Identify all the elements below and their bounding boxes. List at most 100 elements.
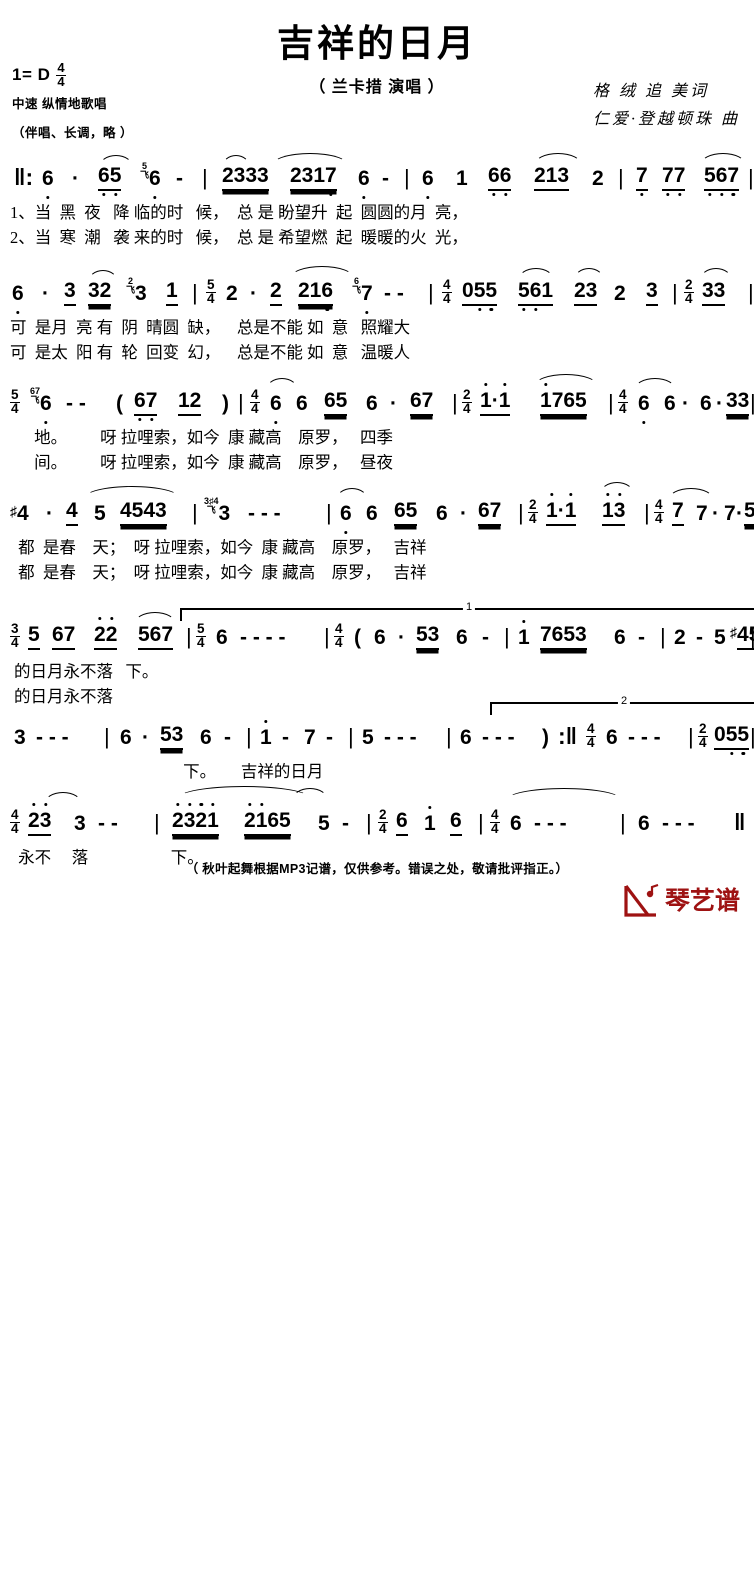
system-3-lyrics-verse2: 间。 呀 拉哩索，如今 康 藏高 原罗， 昼夜 [30,453,393,472]
barline: | [750,390,754,415]
note-group: 1·1 [480,389,511,416]
barline: | [348,724,354,749]
grace-note: 67 飞 [30,386,41,405]
paren-open: ( [354,626,361,649]
note-group: 055 [462,279,498,306]
note-group: 65 [98,164,122,191]
slur [134,612,176,624]
note: 6 [664,392,676,415]
slur [272,153,348,165]
note-group: 13 [602,499,626,526]
paren-open: ( [116,392,123,415]
note: 5 [362,726,374,749]
note-group: 66 [488,164,512,191]
barline: | [618,165,624,190]
barline: | [238,390,244,415]
barline: | [748,165,754,190]
barline: | [404,165,410,190]
barline: | [446,724,452,749]
system-6-notes: 3 - - - | 6 · 53 6 - | 1 - 7 - | 5 - - -… [0,714,754,758]
note: 3 [646,279,658,306]
note-group: 216 [298,279,334,306]
time-signature-5-4: 54 [10,387,20,417]
note: 6 [216,626,228,649]
time-signature-2-4: 24 [698,721,708,751]
slur [534,153,582,165]
note: 6 [296,392,308,415]
note-group: 055 [714,723,750,750]
note-group: 2165 [244,809,291,836]
time-signature-4-4: 44 [250,387,260,417]
barline: | [750,724,754,749]
barline: | [452,390,458,415]
sheet-music-page: 吉祥的日月 （ 兰卡措 演唱 ） 1= D 4 4 中速 纵情地歌唱 （伴唱、长… [0,0,754,926]
site-logo[interactable]: 琴艺谱 [622,884,740,918]
note: 6 [149,167,161,190]
note-group: 4543 [120,499,167,526]
dot-extender: · [142,726,149,749]
note: 2 [592,167,604,190]
note: 6 [270,392,282,415]
system-1-notes: ‖: 6 · 65 5 飞6 - | 2333 2317 6 - | 6 1 66… [0,153,754,199]
barline: | [246,724,252,749]
barline: | [154,810,160,835]
note: 6 [40,392,52,415]
note: 3 [74,812,86,835]
system-3-lyrics-verse1: 地。 呀 拉哩索，如今 康 藏高 原罗， 四季 [30,428,393,447]
lyricist-credit: 格 绒 追 美词 [592,83,709,100]
note: 5 [318,812,330,835]
hold-dash: - - - - [240,626,286,649]
system-5-lyrics-verse1: 的日月永不落 下。 [14,662,159,681]
slur [700,153,746,165]
note: 6 [422,167,434,190]
note: 6 [606,726,618,749]
note: 6 [396,809,408,836]
performance-note: （伴唱、长调，略 ） [12,126,133,141]
dot-extender: · [682,392,689,415]
hold-dash: - - - [628,726,661,749]
slur [290,266,354,278]
grace-note: 3♯4 飞 [204,496,219,515]
hold-dash: - - [384,282,404,305]
hold-dash: - - - [248,502,281,525]
credits-block: 格 绒 追 美词 仁爱·登越顿珠 曲 [593,78,740,134]
note: 4 [66,499,78,526]
note-group: 213 [534,164,570,191]
note-group: 22 [94,623,118,650]
time-signature-4-4: 44 [10,807,20,837]
dot-extender: · [46,502,53,525]
grace-note: 5飞 [140,161,150,180]
note: 6 [366,392,378,415]
time-signature-4-4: 44 [442,277,452,307]
dot-extender: · [716,392,723,415]
barline: | [324,624,330,649]
note-group: 32 [88,279,112,306]
note: 6 [638,392,650,415]
note: 3 [64,279,76,306]
dot-extender: · [42,282,49,305]
hold-dash: - - - [482,726,515,749]
slur [88,270,118,282]
note-group: 2333 [222,164,269,191]
hold-dash: - [382,167,389,190]
note: 7 [672,499,684,526]
note-group: 2321 [172,809,219,836]
time-signature-4-4: 44 [334,621,344,651]
system-4: ♯4 · 4 5 4543 | 3♯4 飞 3 - - - | 6 6 65 6 ·… [0,482,754,584]
barline: | [186,624,192,649]
note: 3 [14,726,26,749]
system-1-lyrics-verse2: 2、当 寒 潮 袭 来的时 候， 总 是 希望燃 起 暖暖的火 光， [10,228,468,247]
hold-dash: - - - [36,726,69,749]
note-group: 2317 [290,164,337,191]
note: 7 [696,502,708,525]
note-group: 77 [662,164,686,191]
note-group: 561 [518,279,554,306]
tempo-marking: 中速 纵情地歌唱 [12,97,107,112]
note: 6 [700,392,712,415]
note: 7 [636,164,648,191]
note: 2 [226,282,238,305]
barline: | [750,624,754,649]
hold-dash: - [326,726,333,749]
slur [534,374,598,386]
note: 3 [135,282,147,305]
